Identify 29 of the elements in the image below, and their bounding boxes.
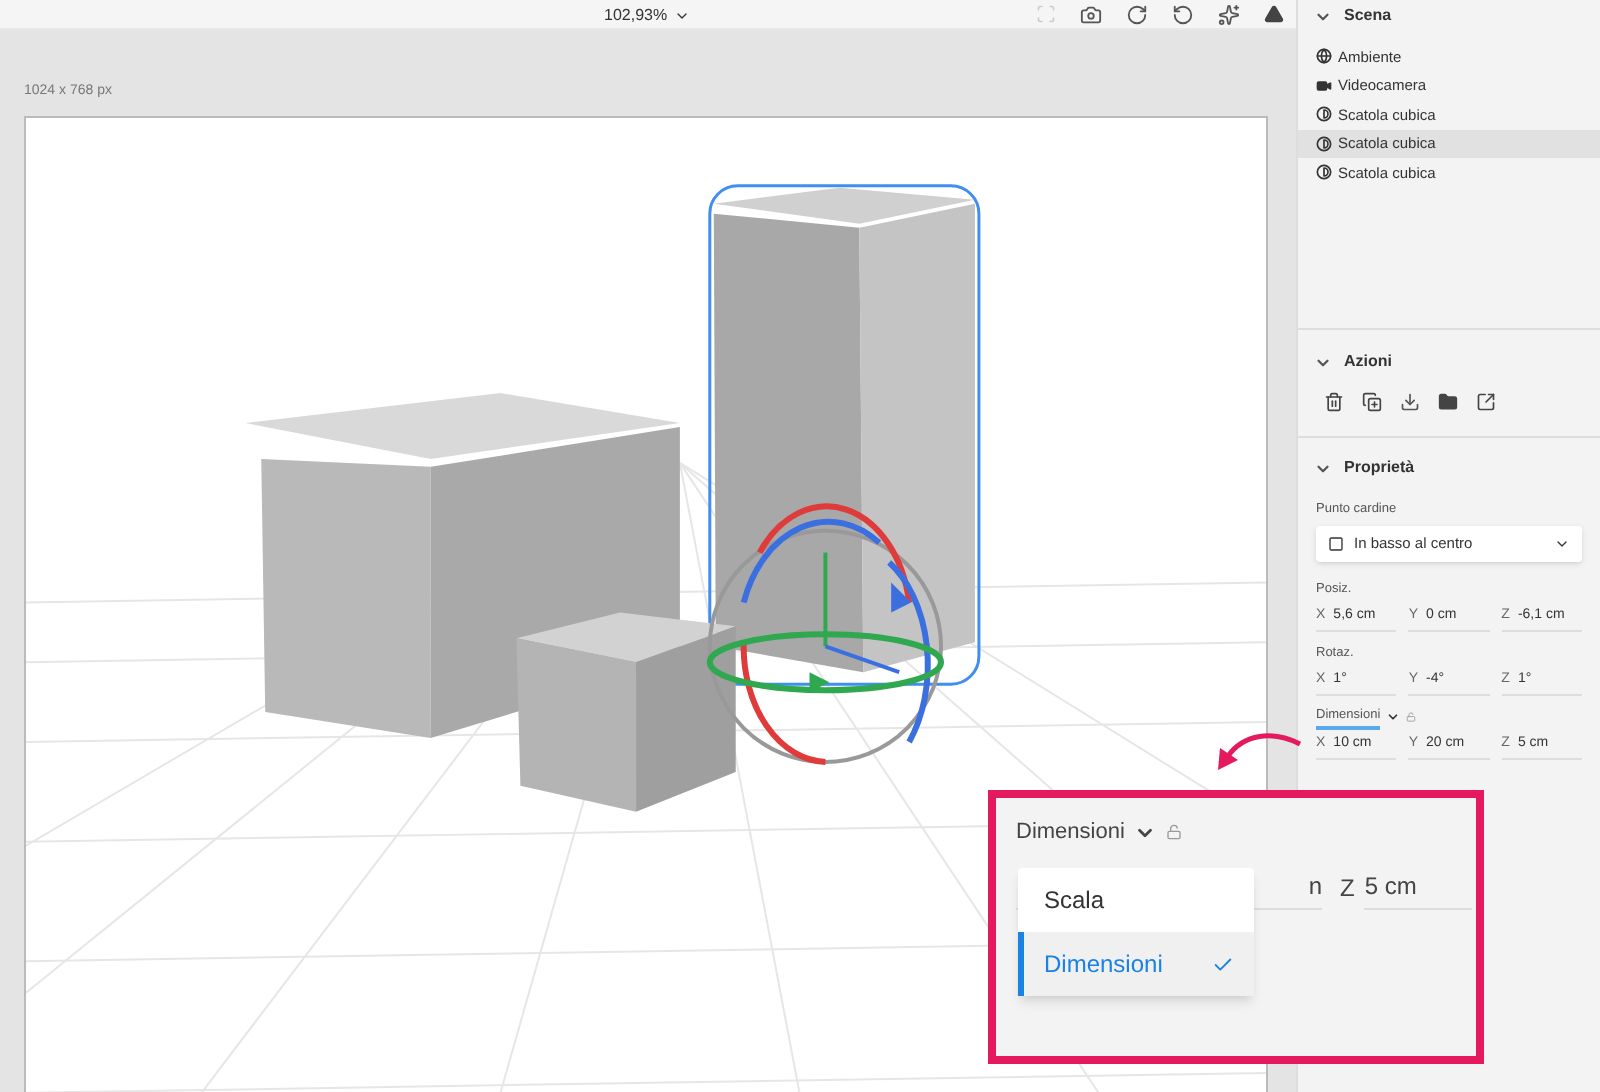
group-label[interactable]: Dimensioni <box>1016 816 1125 849</box>
section-title: Azioni <box>1344 350 1392 374</box>
check-icon <box>1212 953 1234 975</box>
folder-icon[interactable] <box>1438 392 1458 412</box>
chevron-down-icon[interactable] <box>673 8 690 24</box>
curved-arrow <box>1212 730 1304 774</box>
globe-icon <box>1316 48 1332 65</box>
export-icon[interactable] <box>1476 392 1496 412</box>
triangle-icon[interactable] <box>1264 4 1284 25</box>
section-title: Scena <box>1344 4 1392 28</box>
chevron-down-icon[interactable] <box>1386 710 1401 725</box>
download-icon[interactable] <box>1400 392 1420 412</box>
square-icon <box>1328 535 1344 552</box>
value-field[interactable]: 5 cm <box>1364 865 1473 909</box>
menu-item[interactable]: Scala <box>1018 868 1254 932</box>
zoom-level[interactable]: 102,93% <box>604 4 668 28</box>
trash-icon[interactable] <box>1324 392 1344 412</box>
rotate-icon[interactable] <box>1126 3 1148 26</box>
half-circle-icon <box>1316 164 1332 181</box>
camera-icon[interactable] <box>1080 3 1102 26</box>
video-camera-icon <box>1316 77 1332 94</box>
axis-label: Z <box>1340 871 1355 905</box>
rotate-icon[interactable] <box>1172 3 1194 26</box>
duplicate-icon[interactable] <box>1362 392 1382 412</box>
sparkle-icon[interactable] <box>1218 3 1240 26</box>
lock-icon[interactable] <box>1166 824 1183 841</box>
half-circle-icon <box>1316 106 1332 123</box>
section-title: Proprietà <box>1344 456 1415 480</box>
half-circle-icon <box>1316 135 1332 152</box>
